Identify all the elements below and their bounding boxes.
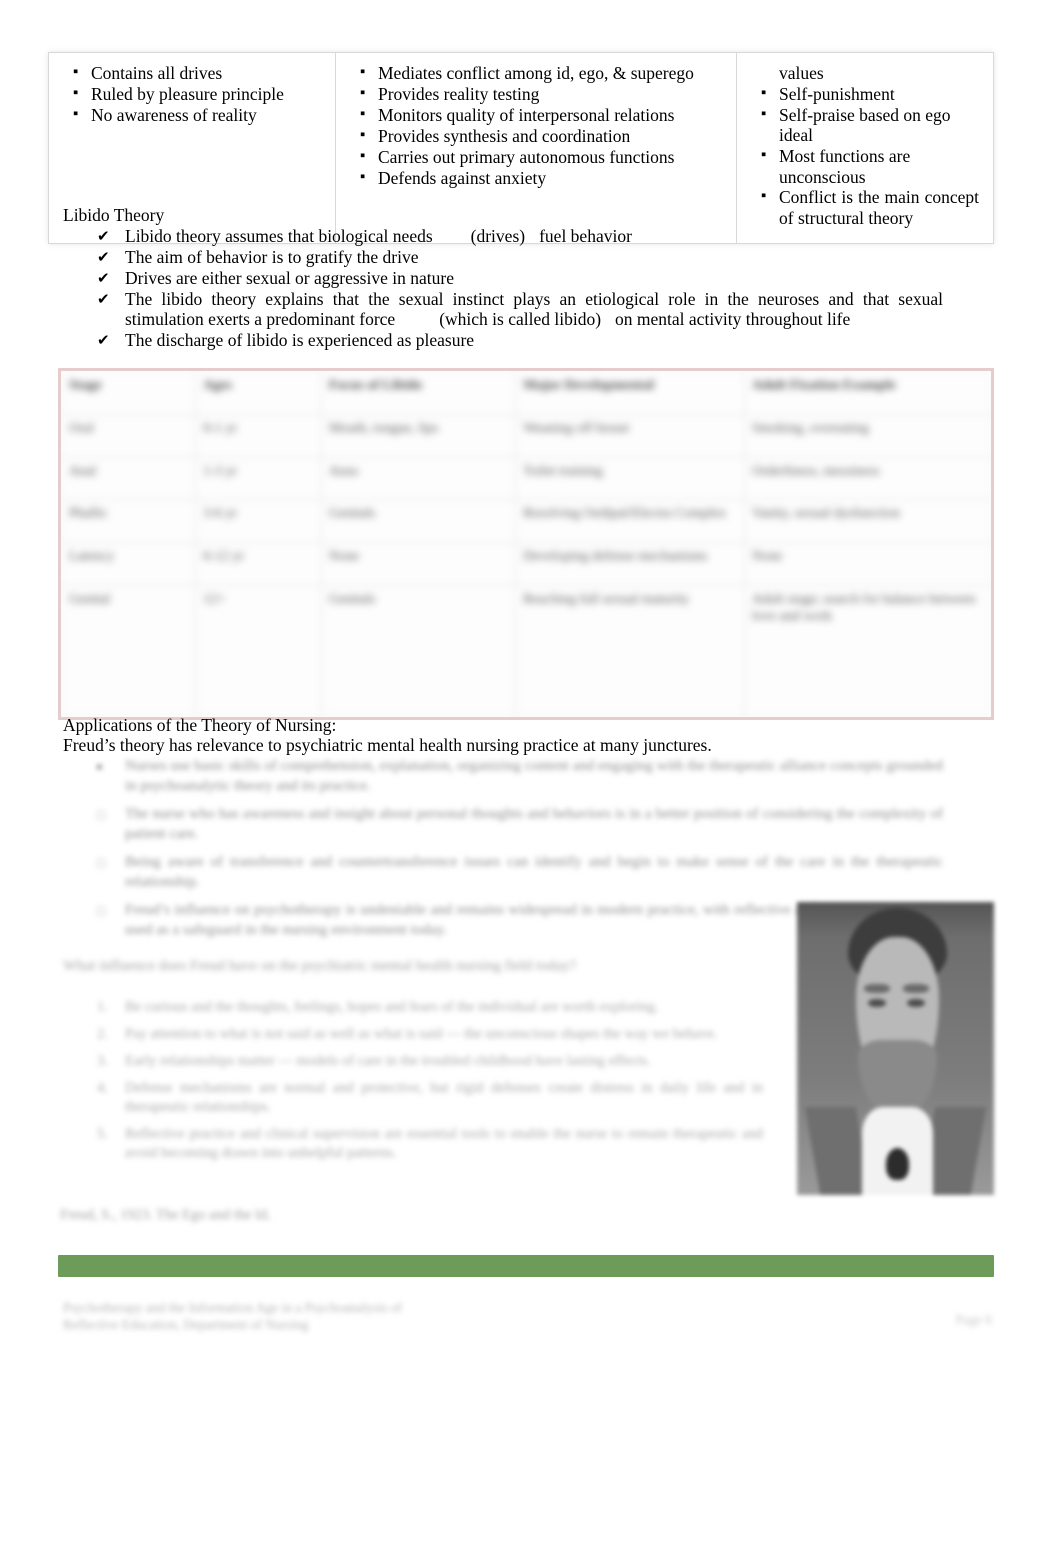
question-numbered-list: Be curious and the thoughts, feelings, h… xyxy=(63,998,763,1171)
list-item: Contains all drives xyxy=(57,62,327,83)
table-cell: Vanity, sexual dysfunction xyxy=(744,499,991,544)
table-row: Genital 12+ Genitals Reaching full sexua… xyxy=(61,585,991,717)
table-cell: Anus xyxy=(320,456,517,501)
applications-heading: Applications of the Theory of Nursing: xyxy=(63,715,337,735)
list-item: Being aware of transference and countert… xyxy=(63,853,943,892)
table-cell: Weaning off breast xyxy=(515,413,745,458)
structural-theory-table: Contains all drives Ruled by pleasure pr… xyxy=(48,52,994,244)
libido-theory-list: Libido theory assumes that biological ne… xyxy=(63,226,943,351)
table-cell: Mouth, tongue, lips xyxy=(320,413,517,458)
libido-item-0-part-1: (drives) xyxy=(470,226,526,246)
list-item: Most functions are unconscious xyxy=(745,145,985,187)
table-cell: Anal xyxy=(61,456,197,501)
libido-item-0-part-0: Libido theory assumes that biological ne… xyxy=(125,226,433,246)
table-cell: Toilet training xyxy=(515,456,745,501)
list-item: Drives are either sexual or aggressive i… xyxy=(63,268,943,289)
libido-theory-heading: Libido Theory xyxy=(63,205,165,225)
table-cell: Developing defense mechanisms xyxy=(515,542,745,586)
reference-line: Freud, S., 1923. The Ego and the Id. xyxy=(60,1207,271,1223)
libido-item-0-part-2: fuel behavior xyxy=(539,226,632,246)
page-number: Page 6 xyxy=(955,1312,992,1327)
column-header: Ages xyxy=(195,371,322,415)
list-item: No awareness of reality xyxy=(57,104,327,125)
table-row: Latency 6-12 yr None Developing defense … xyxy=(61,542,991,586)
psychosexual-stages-table-wrapper: Stage Ages Focus of Libido Major Develop… xyxy=(58,368,994,720)
applications-subheading: Freud’s theory has relevance to psychiat… xyxy=(63,735,712,755)
list-item: Nurses use basic skills of comprehension… xyxy=(63,757,943,796)
list-item: Defense mechanisms are normal and protec… xyxy=(63,1079,763,1117)
table-cell: None xyxy=(320,542,517,586)
list-item: The libido theory explains that the sexu… xyxy=(63,289,943,330)
list-item: The nurse who has awareness and insight … xyxy=(63,805,943,844)
table-row: Phallic 3-6 yr Genitals Resolving Oedipa… xyxy=(61,499,991,544)
list-item: Pay attention to what is not said as wel… xyxy=(63,1025,763,1044)
footer-text: Psychotherapy and the Information Age in… xyxy=(63,1299,523,1333)
table-row: Oral 0-1 yr Mouth, tongue, lips Weaning … xyxy=(61,413,991,458)
table-cell: Adult stage; search for balance between … xyxy=(744,585,991,717)
table-cell: Orderliness, messiness xyxy=(744,456,991,501)
table-header-row: Stage Ages Focus of Libido Major Develop… xyxy=(61,371,991,415)
list-item: Be curious and the thoughts, feelings, h… xyxy=(63,998,763,1017)
column-header: Focus of Libido xyxy=(320,371,517,415)
table-cell: Smoking, overeating xyxy=(744,413,991,458)
sigmund-freud-portrait-image xyxy=(797,902,994,1195)
table-cell: Resolving Oedipal/Electra Complex xyxy=(515,499,745,544)
table-cell: Reaching full sexual maturity xyxy=(515,585,745,717)
superego-column-cell: values Self-punishment Self-praise based… xyxy=(736,52,994,244)
table-cell: Oral xyxy=(61,413,197,458)
footer-divider xyxy=(58,1255,994,1277)
table-cell: 1-3 yr xyxy=(195,456,322,501)
table-cell: Phallic xyxy=(61,499,197,544)
ego-column-cell: Mediates conflict among id, ego, & super… xyxy=(335,52,737,244)
list-item: Libido theory assumes that biological ne… xyxy=(63,226,943,247)
list-item: Self-praise based on ego ideal xyxy=(745,104,985,146)
table-cell: 6-12 yr xyxy=(195,542,322,586)
list-item-continuation: values xyxy=(779,63,824,83)
list-item: Mediates conflict among id, ego, & super… xyxy=(344,62,728,83)
table-cell: Latency xyxy=(61,542,197,586)
list-item: The discharge of libido is experienced a… xyxy=(63,330,943,351)
table-cell: 3-6 yr xyxy=(195,499,322,544)
superego-list: values Self-punishment Self-praise based… xyxy=(745,63,985,228)
id-list: Contains all drives Ruled by pleasure pr… xyxy=(57,62,327,125)
list-item: Provides reality testing xyxy=(344,83,728,104)
column-header: Stage xyxy=(61,371,197,415)
table-row: Anal 1-3 yr Anus Toilet training Orderli… xyxy=(61,456,991,501)
footer-line-2: Reflective Education, Department of Nurs… xyxy=(63,1317,309,1332)
footer-line-1: Psychotherapy and the Information Age in… xyxy=(63,1300,402,1315)
table-cell: None xyxy=(744,542,991,586)
table-cell: 0-1 yr xyxy=(195,413,322,458)
table-cell: Genital xyxy=(61,585,197,717)
document-page: Contains all drives Ruled by pleasure pr… xyxy=(0,0,1062,1561)
list-item: Monitors quality of interpersonal relati… xyxy=(344,104,728,125)
ego-list: Mediates conflict among id, ego, & super… xyxy=(344,62,728,188)
libido-item-3-part-1: (which is called libido) xyxy=(439,309,602,330)
question-prompt: What influence does Freud have on the ps… xyxy=(63,958,577,974)
psychosexual-stages-table: Stage Ages Focus of Libido Major Develop… xyxy=(61,371,991,717)
list-item: Early relationships matter — models of c… xyxy=(63,1052,763,1071)
list-item: Ruled by pleasure principle xyxy=(57,83,327,104)
list-item: The aim of behavior is to gratify the dr… xyxy=(63,247,943,268)
portrait-brow-left xyxy=(863,984,890,994)
table-cell: Genitals xyxy=(320,499,517,544)
libido-item-3-part-2: on mental activity throughout life xyxy=(615,309,851,330)
column-header: Adult Fixation Example xyxy=(744,371,991,415)
list-item: Self-punishment xyxy=(745,83,985,104)
table-cell: 12+ xyxy=(195,585,322,717)
portrait-brow-right xyxy=(903,984,929,994)
table-cell: Genitals xyxy=(320,585,517,717)
table-row: Contains all drives Ruled by pleasure pr… xyxy=(48,52,994,244)
portrait-tie xyxy=(885,1148,910,1181)
list-item: Defends against anxiety xyxy=(344,167,728,188)
list-item: Carries out primary autonomous functions xyxy=(344,146,728,167)
list-item: Reflective practice and clinical supervi… xyxy=(63,1125,763,1163)
list-item: Conflict is the main concept of structur… xyxy=(745,186,985,228)
list-item: Provides synthesis and coordination xyxy=(344,125,728,146)
column-header: Major Developmental xyxy=(515,371,745,415)
